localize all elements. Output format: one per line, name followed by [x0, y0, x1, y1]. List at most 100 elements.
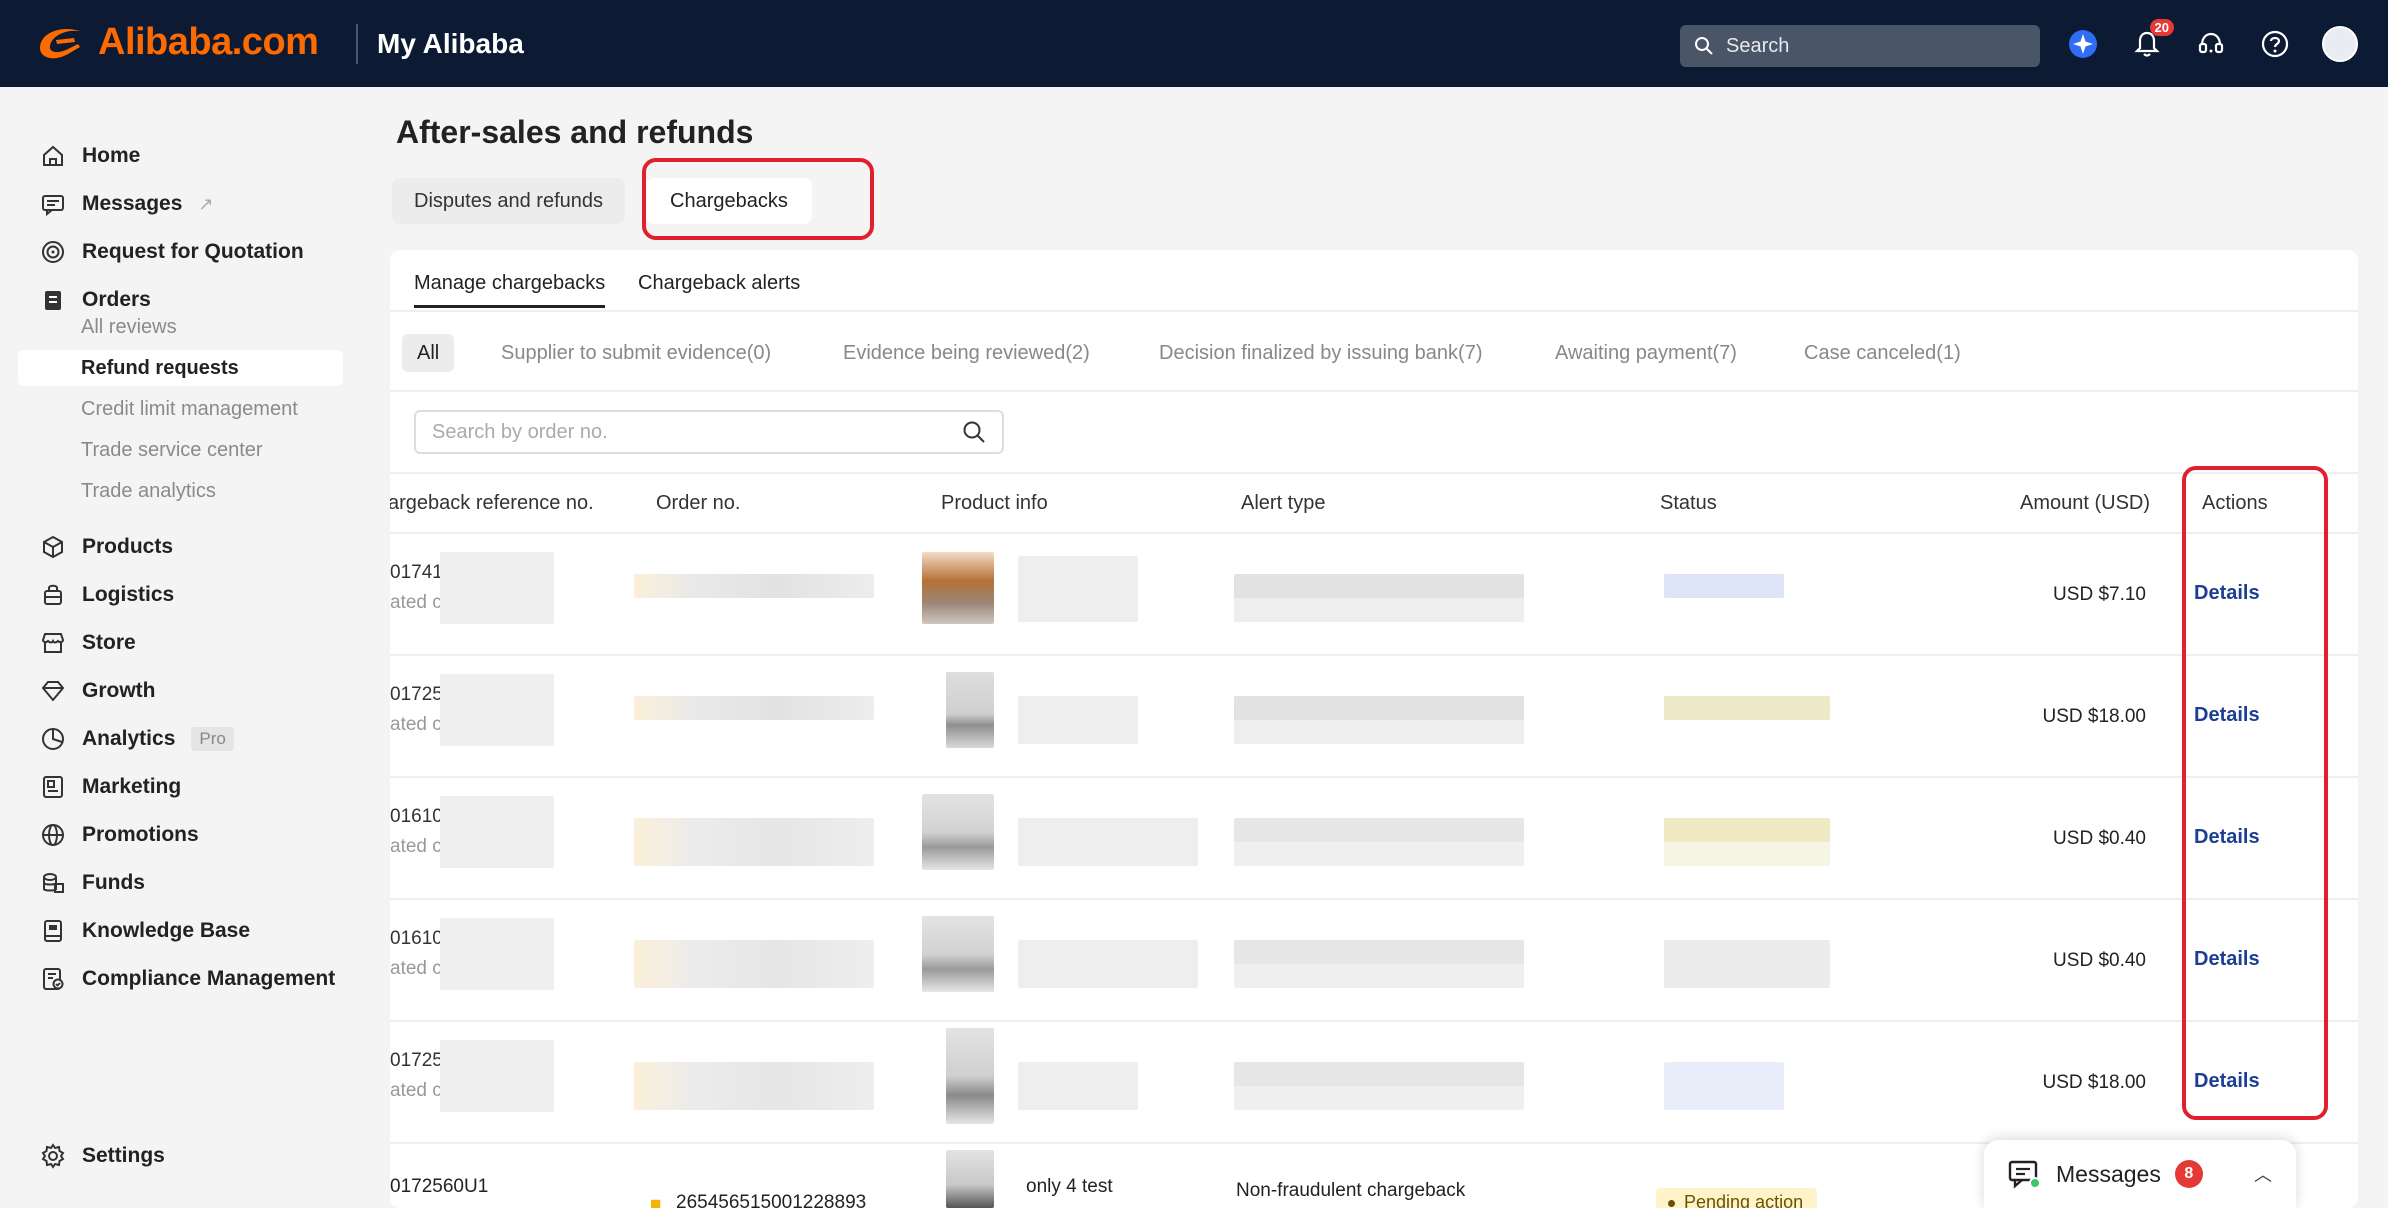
order-number[interactable]: 265456515001228893 [676, 1192, 866, 1208]
filter-supplier-evidence[interactable]: Supplier to submit evidence(0) [501, 334, 771, 372]
unread-messages-badge: 8 [2174, 1160, 2203, 1188]
sidebar-subitem-refund-requests[interactable]: Refund requests [18, 350, 343, 386]
filter-awaiting-payment[interactable]: Awaiting payment(7) [1555, 334, 1737, 372]
chevron-up-icon[interactable]: ︿ [2254, 1161, 2272, 1187]
sidebar-item-logistics[interactable]: Logistics [40, 577, 174, 613]
table-row[interactable]: 01610 ated c USD $0.40 Details [390, 900, 2358, 1022]
sidebar-item-promotions[interactable]: Promotions [40, 817, 199, 853]
redacted-reference [440, 796, 554, 868]
search-icon[interactable] [962, 420, 986, 444]
sidebar: Home Messages ↗ Request for Quotation Or… [0, 87, 360, 1208]
filter-evidence-reviewed[interactable]: Evidence being reviewed(2) [843, 334, 1090, 372]
target-icon [42, 241, 64, 263]
redacted-product-name [1018, 1062, 1138, 1110]
messages-widget[interactable]: Messages 8 ︿ [1984, 1140, 2296, 1208]
redacted-status-tag [1664, 696, 1830, 720]
chargeback-reference: 01725 [390, 1050, 443, 1071]
table-row[interactable]: 01725 ated c USD $18.00 Details [390, 656, 2358, 778]
table-header: argeback reference no. Order no. Product… [390, 472, 2358, 534]
redacted-status-tag [1664, 574, 1784, 598]
sidebar-item-growth[interactable]: Growth [40, 673, 156, 709]
product-thumbnail [946, 1028, 994, 1124]
global-search[interactable] [1680, 25, 2040, 67]
store-icon [41, 633, 65, 653]
chat-icon [2008, 1160, 2041, 1189]
chargeback-reference: 01610 [390, 806, 443, 827]
sidebar-item-store[interactable]: Store [40, 625, 136, 661]
order-search-input[interactable] [432, 420, 952, 444]
order-tag-icon: ■ [650, 1194, 662, 1208]
sidebar-item-knowledge-base[interactable]: Knowledge Base [40, 913, 250, 949]
redacted-status-tag [1664, 940, 1830, 988]
redacted-order-number [634, 940, 874, 988]
details-link[interactable]: Details [2194, 582, 2260, 605]
redacted-alert-type [1234, 940, 1524, 988]
external-link-icon: ↗ [198, 193, 214, 214]
gear-icon [41, 1143, 65, 1169]
table-row[interactable]: 01725 ated c USD $18.00 Details [390, 1022, 2358, 1144]
sidebar-item-settings[interactable]: Settings [40, 1138, 165, 1174]
status-badge: Pending action [1656, 1188, 1818, 1208]
sidebar-item-products[interactable]: Products [40, 529, 173, 565]
notification-count-badge: 20 [2149, 19, 2174, 36]
knowledge-icon [44, 920, 62, 942]
sidebar-item-funds[interactable]: Funds [40, 865, 145, 901]
sidebar-subitem-all-reviews[interactable]: All reviews [81, 309, 177, 345]
redacted-order-number [634, 1062, 874, 1110]
redacted-alert-type [1234, 1062, 1524, 1110]
details-link[interactable]: Details [2194, 948, 2260, 971]
column-header-amount: Amount (USD) [2020, 492, 2151, 514]
subtab-manage-chargebacks[interactable]: Manage chargebacks [414, 272, 606, 308]
notification-bell-icon[interactable]: 20 [2130, 19, 2174, 61]
user-avatar[interactable] [2322, 26, 2358, 62]
filter-all[interactable]: All [402, 334, 455, 372]
alibaba-logo[interactable]: Alibaba.com [34, 20, 319, 64]
product-name: only 4 test [1026, 1176, 1113, 1197]
subtab-bar: Manage chargebacks Chargeback alerts [390, 250, 2358, 312]
section-title[interactable]: My Alibaba [377, 28, 524, 60]
details-link[interactable]: Details [2194, 704, 2260, 727]
chargeback-reference: 01725 [390, 684, 443, 705]
sidebar-subitem-credit-limit[interactable]: Credit limit management [81, 391, 298, 427]
redacted-reference [440, 552, 554, 624]
amount: USD $7.10 [2053, 584, 2146, 605]
table-row[interactable]: 01610 ated c USD $0.40 Details [390, 778, 2358, 900]
amount: USD $0.40 [2053, 828, 2146, 849]
redacted-product-name [1018, 818, 1198, 866]
filter-case-canceled[interactable]: Case canceled(1) [1804, 334, 1961, 372]
analytics-icon [42, 728, 64, 750]
product-thumbnail [946, 672, 994, 748]
table-row[interactable]: 01741: ated c USD $7.10 Details [390, 534, 2358, 656]
tab-disputes-and-refunds[interactable]: Disputes and refunds [392, 178, 626, 224]
redacted-alert-type [1234, 818, 1524, 866]
details-link[interactable]: Details [2194, 826, 2260, 849]
chargeback-reference: 0172560U1 [390, 1176, 489, 1197]
tab-chargebacks[interactable]: Chargebacks [646, 178, 812, 224]
sidebar-subitem-trade-service-center[interactable]: Trade service center [81, 432, 263, 468]
sidebar-item-analytics[interactable]: Analytics Pro [40, 721, 234, 757]
brand-name: Alibaba.com [98, 20, 319, 63]
redacted-reference [440, 674, 554, 746]
created-date: ated c [390, 836, 442, 857]
product-thumbnail [946, 1150, 994, 1208]
filter-decision-finalized[interactable]: Decision finalized by issuing bank(7) [1159, 334, 1483, 372]
sidebar-item-home[interactable]: Home [40, 138, 140, 174]
growth-icon [41, 681, 65, 702]
created-date: ated c [390, 714, 442, 735]
global-search-input[interactable] [1726, 34, 2026, 58]
details-link[interactable]: Details [2194, 1070, 2260, 1093]
sidebar-subitem-trade-analytics[interactable]: Trade analytics [81, 473, 216, 509]
ai-assistant-icon[interactable] [2066, 27, 2100, 61]
customer-service-icon[interactable] [2194, 27, 2228, 61]
sidebar-item-marketing[interactable]: Marketing [40, 769, 181, 805]
order-search-box[interactable] [414, 410, 1004, 454]
sidebar-item-messages[interactable]: Messages ↗ [40, 186, 214, 222]
sidebar-item-compliance[interactable]: Compliance Management [40, 961, 335, 997]
sidebar-item-rfq[interactable]: Request for Quotation [40, 234, 304, 270]
help-icon[interactable] [2258, 27, 2292, 61]
subtab-chargeback-alerts[interactable]: Chargeback alerts [638, 272, 800, 295]
messages-icon [42, 195, 64, 217]
pro-badge: Pro [191, 727, 234, 751]
alibaba-logo-icon [40, 28, 84, 59]
orders-icon [45, 291, 61, 310]
